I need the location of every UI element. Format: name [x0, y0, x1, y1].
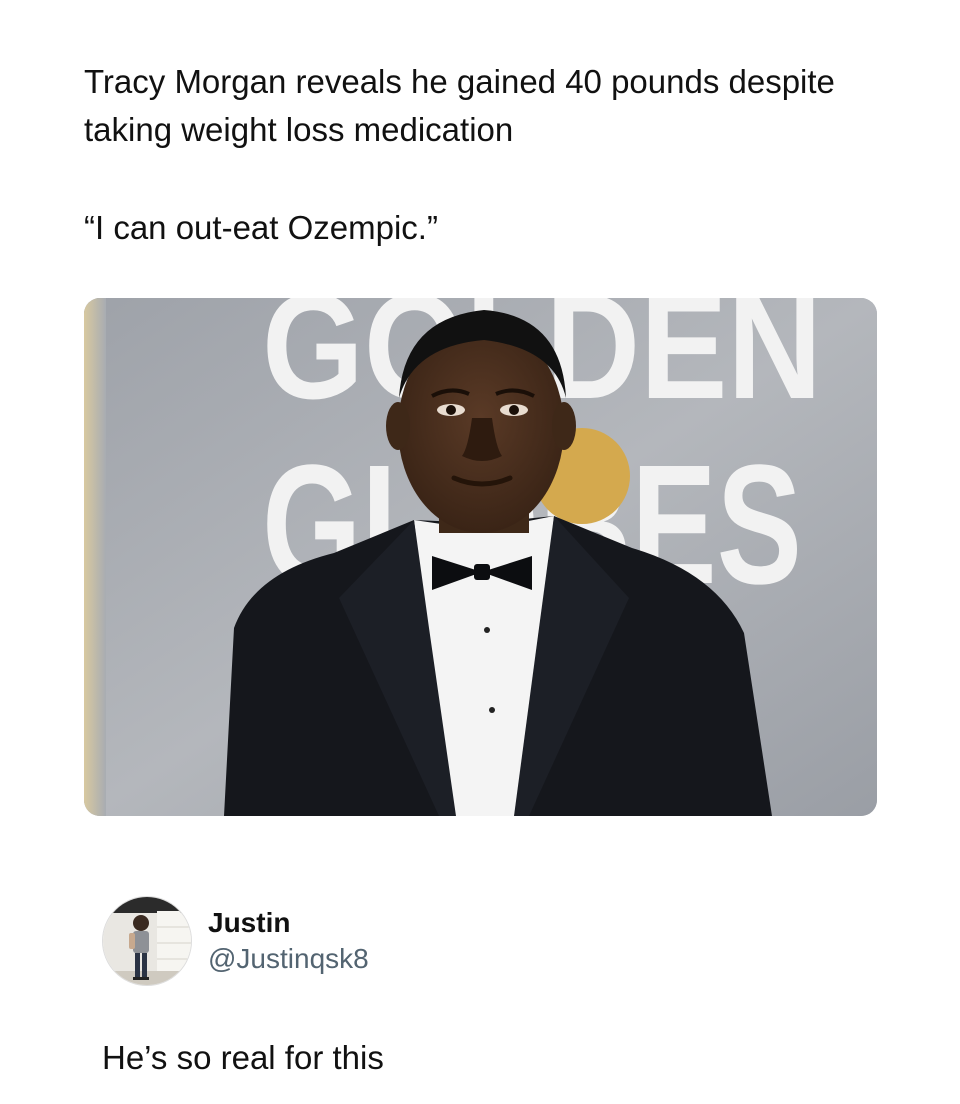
avatar[interactable] — [102, 896, 192, 986]
avatar-image — [103, 897, 191, 985]
photo-illustration: GOLDEN GLOBES — [84, 298, 877, 816]
reply-author[interactable]: Justin @Justinqsk8 — [102, 896, 369, 986]
post-headline: Tracy Morgan reveals he gained 40 pounds… — [84, 63, 835, 148]
post-quote: “I can out-eat Ozempic.” — [84, 209, 438, 246]
author-handle[interactable]: @Justinqsk8 — [208, 941, 369, 977]
author-name[interactable]: Justin — [208, 905, 369, 941]
reply-text: He’s so real for this — [102, 1039, 384, 1076]
post-photo[interactable]: GOLDEN GLOBES — [84, 298, 877, 816]
